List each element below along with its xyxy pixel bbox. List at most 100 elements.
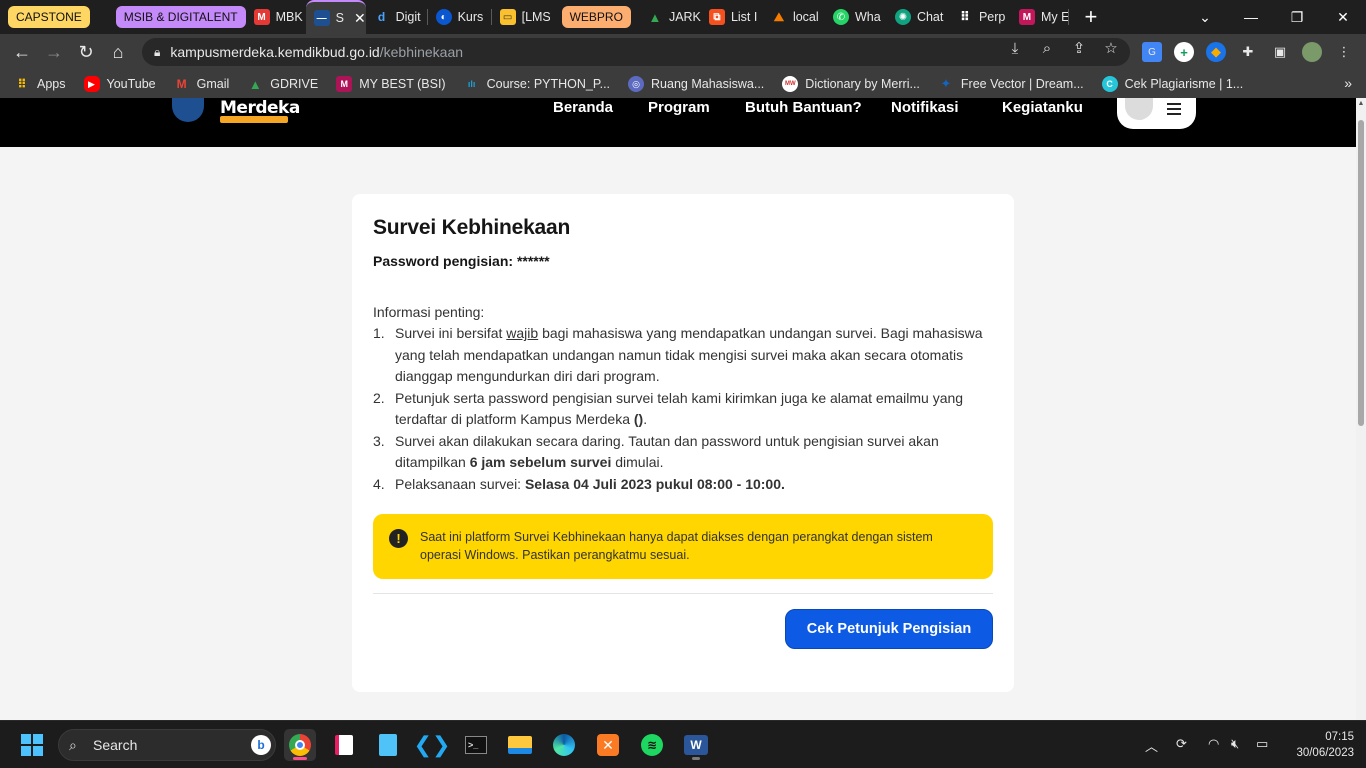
info-item: 3. Survei akan dilakukan secara daring. T… (373, 431, 993, 474)
tab-group-msib[interactable]: MSIB & DIGITALENT (115, 6, 246, 28)
info-item-number: 4. (373, 475, 385, 492)
bookmark-course-python[interactable]: ılı Course: PYTHON_P... (464, 76, 610, 92)
install-icon[interactable]: ⤓ (1005, 39, 1025, 59)
tab-perp[interactable]: ⠿ Perp (949, 0, 1011, 34)
bookmark-dictionary[interactable]: MW Dictionary by Merri... (782, 76, 920, 92)
scroll-up-arrow-icon[interactable]: ▲ (1357, 100, 1365, 110)
extensions-puzzle-icon[interactable]: ✚ (1238, 42, 1258, 62)
add-extension-icon[interactable]: + (1174, 42, 1194, 62)
spotify-icon[interactable]: ≋ (636, 729, 668, 761)
tab-chat[interactable]: ✺ Chat (887, 0, 949, 34)
tab-mbk[interactable]: M MBK (246, 0, 306, 34)
xampp-icon[interactable]: ✕ (592, 729, 624, 761)
home-icon[interactable]: ⌂ (102, 36, 134, 68)
bookmark-youtube[interactable]: ▶ YouTube (83, 76, 156, 92)
url-path: /kebhinekaan (379, 44, 464, 60)
dreamstime-icon: ✦ (940, 76, 952, 91)
zoom-icon[interactable]: ⌕ (1037, 39, 1057, 59)
tab-title: Wha (854, 10, 881, 24)
bookmark-free-vector[interactable]: ✦ Free Vector | Dream... (938, 76, 1083, 92)
bookmark-gdrive[interactable]: ▲ GDRIVE (247, 76, 318, 92)
vscode-icon[interactable]: ❮❯ (414, 729, 451, 761)
terminal-icon[interactable]: >_ (460, 729, 492, 761)
bookmark-cek-plagiarisme[interactable]: C Cek Plagiarisme | 1... (1101, 76, 1243, 92)
google-drive-icon: ▲ (648, 9, 662, 25)
close-window-icon[interactable]: ✕ (1320, 0, 1366, 34)
wifi-icon[interactable]: ◠ (1208, 736, 1219, 752)
profile-menu-button[interactable] (1117, 98, 1196, 129)
nav-notifikasi[interactable]: Notifikasi (891, 99, 959, 116)
nav-beranda[interactable]: Beranda (553, 99, 613, 116)
clock-date: 30/06/2023 (1296, 747, 1354, 759)
profile-avatar[interactable] (1302, 42, 1322, 62)
word-icon[interactable]: W (680, 729, 712, 761)
bookmarks-bar: ⠿ Apps ▶ YouTube M Gmail ▲ GDRIVE M MY B… (0, 70, 1366, 98)
forward-icon[interactable]: → (38, 36, 70, 68)
bookmark-my-best[interactable]: M MY BEST (BSI) (336, 76, 446, 92)
tab-title: List I (730, 10, 758, 24)
bing-icon[interactable]: b (251, 735, 271, 755)
share-icon[interactable]: ⇪ (1069, 39, 1089, 59)
apps-grid-icon: ⠿ (17, 77, 27, 91)
edge-icon[interactable] (548, 729, 580, 761)
tab-digit[interactable]: d Digit (366, 0, 428, 34)
bookmark-apps[interactable]: ⠿ Apps (14, 76, 66, 92)
nav-kegiatanku[interactable]: Kegiatanku (1002, 99, 1083, 116)
battery-icon[interactable]: ▭ (1256, 736, 1268, 752)
kemdikbud-logo-icon[interactable] (172, 98, 204, 122)
tab-jark[interactable]: ▲ JARK (639, 0, 701, 34)
minimize-icon[interactable]: — (1228, 0, 1274, 34)
tab-kebhinekaan[interactable]: — S ✕ (305, 0, 366, 34)
new-tab-button[interactable]: + (1079, 4, 1103, 30)
snipping-tool-icon[interactable] (328, 729, 360, 761)
google-translate-icon[interactable]: G (1142, 42, 1162, 62)
volume-muted-icon[interactable]: 🔇︎ (1231, 736, 1239, 752)
info-item-text: dimulai. (611, 454, 664, 470)
reload-icon[interactable]: ↻ (70, 36, 102, 68)
tab-whatsapp[interactable]: ✆ Wha (825, 0, 887, 34)
chrome-taskbar-icon[interactable] (284, 729, 316, 761)
address-bar[interactable]: 🔒︎ kampusmerdeka.kemdikbud.go.id/kebhine… (142, 38, 1130, 66)
lms-icon: ▭ (499, 9, 516, 25)
file-explorer-icon[interactable] (504, 729, 536, 761)
tab-list[interactable]: ⧉ List I (701, 0, 763, 34)
cek-petunjuk-button[interactable]: Cek Petunjuk Pengisian (785, 609, 993, 649)
scrollbar-thumb[interactable] (1358, 120, 1364, 426)
side-panel-icon[interactable]: ▣ (1270, 42, 1290, 62)
emphasis-bold: () (633, 411, 644, 427)
show-hidden-icons-icon[interactable]: ︿ (1145, 736, 1158, 755)
windows-start-icon[interactable] (16, 729, 48, 761)
tab-lms[interactable]: ▭ [LMS (492, 0, 550, 34)
tab-search-icon[interactable]: ⌄ (1182, 0, 1228, 34)
tab-group-webpro[interactable]: WEBPRO (561, 6, 631, 28)
alert-text: Saat ini platform Survei Kebhinekaan han… (420, 530, 933, 562)
kampus-merdeka-logo[interactable]: Merdeka (220, 98, 300, 118)
sync-icon[interactable]: ⟳ (1176, 736, 1187, 752)
bookmark-label: Apps (37, 77, 66, 91)
tab-my-e[interactable]: M My E (1011, 0, 1069, 34)
tab-kurs[interactable]: ◐ Kurs (428, 0, 492, 34)
back-icon[interactable]: ← (6, 36, 38, 68)
bookmark-gmail[interactable]: M Gmail (174, 76, 230, 92)
taskbar-clock[interactable]: 07:15 30/06/2023 (1284, 729, 1354, 761)
taskbar-search-input[interactable]: ⌕ Search b (58, 729, 276, 761)
divider (373, 593, 993, 594)
tab-local[interactable]: ⛰ local (763, 0, 825, 34)
nav-butuh-bantuan[interactable]: Butuh Bantuan? (745, 99, 862, 116)
kurs-icon: ◐ (435, 9, 452, 25)
search-placeholder: Search (93, 737, 138, 753)
close-tab-icon[interactable]: ✕ (354, 10, 366, 27)
bookmarks-overflow-icon[interactable]: » (1344, 75, 1352, 91)
notepad-icon[interactable] (372, 729, 404, 761)
exclamation-icon: ! (389, 529, 408, 548)
google-drive-icon: ▲ (248, 76, 262, 92)
bookmark-ruang-mahasiswa[interactable]: ◎ Ruang Mahasiswa... (628, 76, 764, 92)
menu-kebab-icon[interactable]: ⋮ (1334, 42, 1354, 62)
nav-program[interactable]: Program (648, 99, 710, 116)
bookmark-star-icon[interactable]: ☆ (1101, 39, 1121, 59)
tab-group-capstone[interactable]: CAPSTONE (8, 6, 90, 28)
tab-title: Kurs (457, 10, 484, 24)
restore-icon[interactable]: ❐ (1274, 0, 1320, 34)
emphasis-bold: 6 jam sebelum survei (469, 454, 612, 470)
vpn-icon[interactable]: ◆ (1206, 42, 1226, 62)
